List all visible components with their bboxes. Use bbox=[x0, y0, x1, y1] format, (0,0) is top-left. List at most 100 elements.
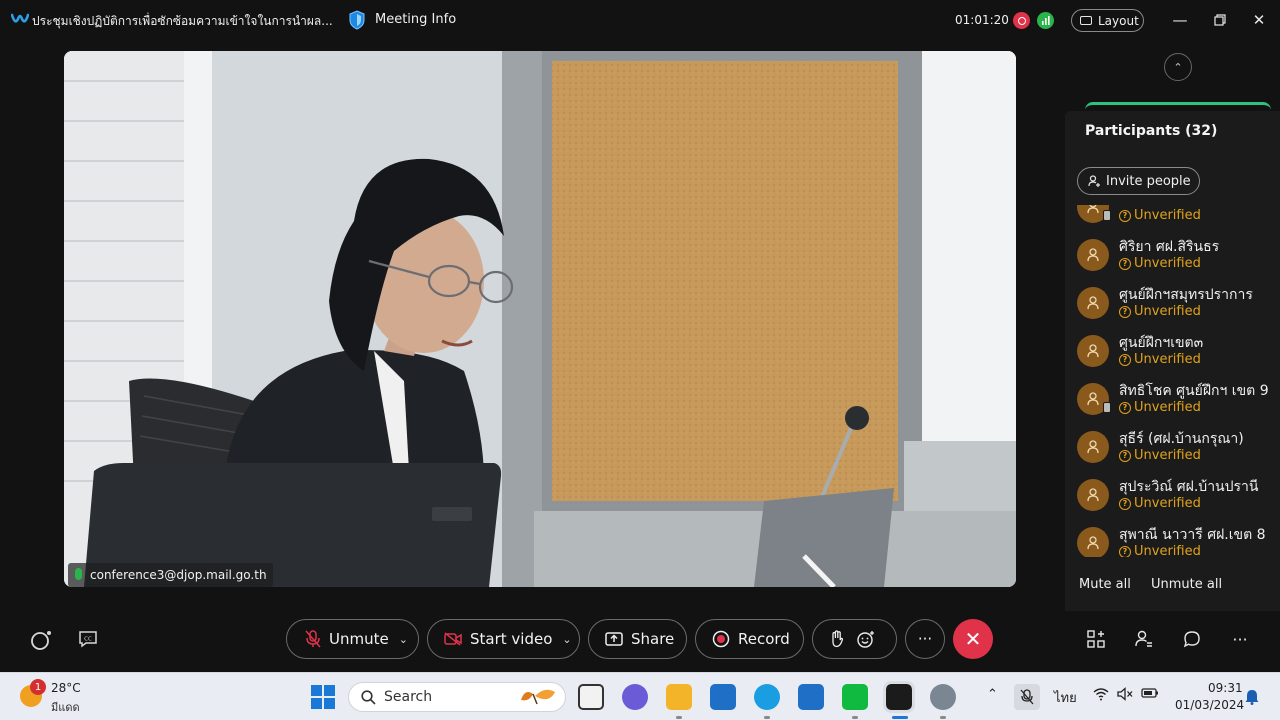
list-item[interactable]: สุธีร์ (ศฝ.บ้านกรุณา) ? Unverified bbox=[1065, 421, 1280, 469]
running-indicator bbox=[940, 716, 946, 719]
chevron-down-icon[interactable]: ⌄ bbox=[562, 633, 571, 646]
webex-logo-icon bbox=[11, 13, 29, 23]
list-item[interactable]: ศิริยา ศฝ.สิรินธร ? Unverified bbox=[1065, 229, 1280, 277]
microphone-in-use-icon[interactable] bbox=[1014, 684, 1040, 710]
chevron-down-icon[interactable]: ⌄ bbox=[399, 633, 408, 646]
weather-notification-badge: 1 bbox=[30, 679, 46, 695]
weather-condition[interactable]: มีแดด bbox=[51, 698, 80, 716]
question-icon: ? bbox=[1119, 497, 1131, 510]
participant-name: สิทธิโชค ศูนย์ฝึกฯ เขต 9 bbox=[1119, 383, 1269, 399]
list-item[interactable]: ศูนย์ฝึกฯเขต๓ ? Unverified bbox=[1065, 325, 1280, 373]
unmute-button[interactable]: Unmute ⌄ bbox=[286, 619, 419, 659]
weather-temperature[interactable]: 28°C bbox=[51, 681, 81, 695]
shield-icon[interactable] bbox=[348, 10, 366, 30]
notification-bell-icon[interactable] bbox=[1245, 689, 1259, 705]
avatar bbox=[1077, 383, 1111, 415]
person-icon bbox=[1087, 248, 1099, 262]
more-options-button[interactable]: ··· bbox=[905, 619, 945, 659]
list-item[interactable]: ? Unverified bbox=[1065, 205, 1280, 229]
person-icon bbox=[1087, 440, 1099, 454]
share-screen-icon bbox=[605, 632, 623, 646]
chevron-up-icon[interactable]: ⌃ bbox=[987, 687, 998, 702]
running-indicator bbox=[676, 716, 682, 719]
closed-captions-icon[interactable]: CC bbox=[78, 630, 98, 648]
participant-name: สุธีร์ (ศฝ.บ้านกรุณา) bbox=[1119, 431, 1244, 447]
list-item[interactable]: สุพาณี นาวารี ศฝ.เขต 8 ? Unverified bbox=[1065, 517, 1280, 557]
close-icon[interactable]: ✕ bbox=[1248, 10, 1270, 30]
mail-icon[interactable] bbox=[710, 684, 736, 710]
more-panels-icon[interactable]: ··· bbox=[1230, 629, 1250, 649]
windows-start-icon[interactable] bbox=[311, 685, 335, 709]
question-icon: ? bbox=[1119, 353, 1131, 366]
wifi-icon[interactable] bbox=[1093, 687, 1109, 705]
restore-icon[interactable] bbox=[1209, 10, 1231, 30]
layout-button[interactable]: Layout bbox=[1071, 9, 1144, 32]
unmute-all-button[interactable]: Unmute all bbox=[1151, 577, 1222, 592]
task-view-icon[interactable] bbox=[578, 684, 604, 710]
more-options-label: ··· bbox=[917, 630, 933, 648]
leave-meeting-button[interactable]: ✕ bbox=[953, 619, 993, 659]
chevron-up-icon: ⌃ bbox=[1173, 60, 1183, 74]
emoji-reaction-icon[interactable] bbox=[857, 630, 875, 648]
input-language[interactable]: ไทย bbox=[1054, 687, 1077, 708]
edge-browser-icon[interactable] bbox=[754, 684, 780, 710]
layout-icon bbox=[1080, 16, 1092, 25]
scroll-up-button[interactable]: ⌃ bbox=[1164, 53, 1192, 81]
person-icon bbox=[1087, 536, 1099, 550]
avatar bbox=[1077, 479, 1109, 511]
share-button[interactable]: Share bbox=[588, 619, 687, 659]
invite-people-button[interactable]: Invite people bbox=[1077, 167, 1200, 195]
invite-people-label: Invite people bbox=[1106, 173, 1191, 189]
file-explorer-icon[interactable] bbox=[666, 684, 692, 710]
minimize-icon[interactable]: — bbox=[1169, 10, 1191, 30]
search-icon bbox=[361, 689, 376, 705]
participant-status: ? Unverified bbox=[1119, 400, 1201, 415]
line-app-icon[interactable] bbox=[842, 684, 868, 710]
clock-time[interactable]: 09:31 bbox=[1208, 681, 1243, 695]
question-icon: ? bbox=[1119, 545, 1131, 557]
close-icon: ✕ bbox=[964, 627, 982, 651]
person-icon bbox=[1087, 296, 1099, 310]
running-indicator bbox=[764, 716, 770, 719]
meeting-info-link[interactable]: Meeting Info bbox=[375, 12, 456, 27]
question-icon: ? bbox=[1119, 401, 1131, 414]
avatar bbox=[1077, 527, 1109, 557]
mute-all-button[interactable]: Mute all bbox=[1079, 577, 1131, 592]
svg-text:CC: CC bbox=[84, 637, 92, 643]
apps-icon[interactable] bbox=[1086, 629, 1106, 649]
start-video-label: Start video bbox=[470, 630, 553, 648]
question-icon: ? bbox=[1119, 305, 1131, 318]
list-item[interactable]: สิทธิโชค ศูนย์ฝึกฯ เขต 9 ? Unverified bbox=[1065, 373, 1280, 421]
participants-panel: Participants (32) Invite people ? Unverif… bbox=[1065, 111, 1280, 611]
active-speaker-video[interactable] bbox=[64, 51, 1016, 587]
list-item[interactable]: สุประวิณ์ ศฝ.บ้านปรานี ? Unverified bbox=[1065, 469, 1280, 517]
participants-icon[interactable] bbox=[1134, 629, 1154, 649]
teams-chat-icon[interactable] bbox=[622, 684, 648, 710]
active-indicator bbox=[892, 716, 908, 719]
layout-label: Layout bbox=[1098, 13, 1139, 28]
participant-list[interactable]: ? Unverified ศิริยา ศฝ.สิรินธร ? Unverifie… bbox=[1065, 205, 1280, 557]
network-health-icon[interactable] bbox=[1037, 12, 1054, 29]
search-placeholder: Search bbox=[384, 689, 433, 705]
settings-gear-icon[interactable] bbox=[930, 684, 956, 710]
battery-icon[interactable] bbox=[1141, 687, 1159, 703]
person-icon bbox=[1087, 392, 1099, 406]
unmute-label: Unmute bbox=[329, 630, 389, 648]
panel-highlight-edge bbox=[1085, 102, 1271, 110]
start-video-button[interactable]: Start video ⌄ bbox=[427, 619, 580, 659]
ai-assistant-icon[interactable] bbox=[30, 629, 52, 651]
taskbar-search-input[interactable]: Search bbox=[348, 682, 566, 712]
webex-app-icon[interactable] bbox=[883, 681, 915, 713]
list-item[interactable]: ศูนย์ฝึกฯสมุทรปราการ ? Unverified bbox=[1065, 277, 1280, 325]
reactions-button[interactable] bbox=[812, 619, 897, 659]
microphone-icon bbox=[75, 568, 82, 580]
clock-date[interactable]: 01/03/2024 bbox=[1175, 698, 1244, 712]
microsoft-store-icon[interactable] bbox=[798, 684, 824, 710]
title-bar: ประชุมเชิงปฏิบัติการเพื่อซักซ้อมความเข้า… bbox=[0, 0, 1280, 40]
meeting-timer: 01:01:20 bbox=[955, 13, 1009, 27]
avatar bbox=[1077, 287, 1109, 319]
chat-icon[interactable] bbox=[1182, 629, 1202, 649]
speaker-muted-icon[interactable] bbox=[1117, 687, 1133, 705]
raise-hand-icon[interactable] bbox=[829, 630, 845, 648]
record-button[interactable]: Record bbox=[695, 619, 804, 659]
